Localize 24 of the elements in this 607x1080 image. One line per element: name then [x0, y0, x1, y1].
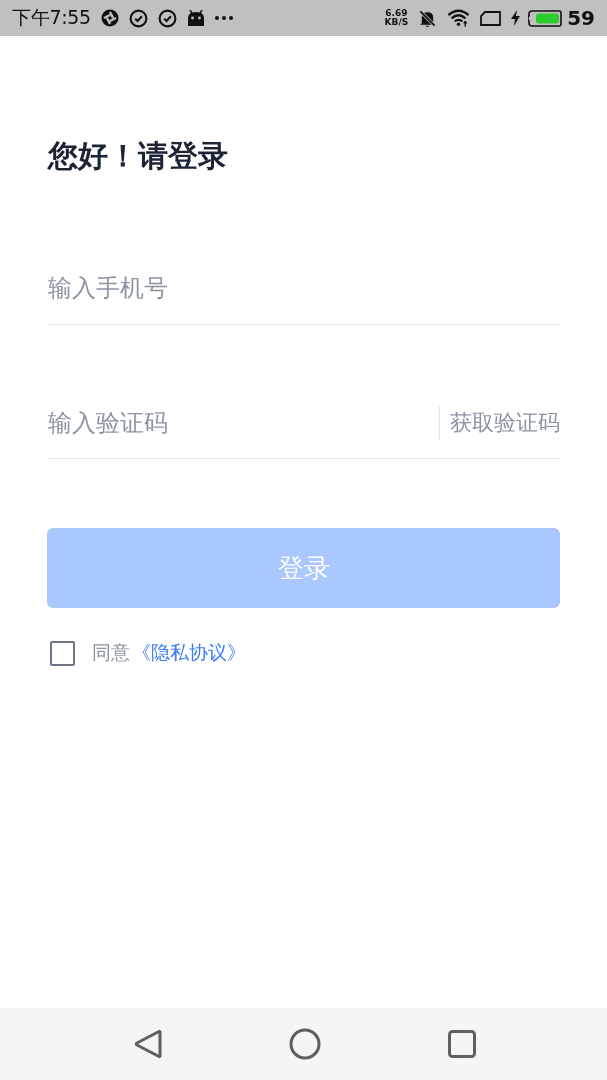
agreement-text: 同意《隐私协议》	[92, 640, 246, 665]
wifi-icon	[447, 9, 471, 27]
net-speed-value: 6.69	[385, 9, 408, 18]
check-circle-icon	[157, 8, 177, 28]
login-title: 您好！请登录	[48, 137, 228, 175]
recent-apps-icon[interactable]	[447, 1030, 476, 1058]
bell-off-icon	[418, 8, 438, 28]
check-circle-icon	[128, 8, 148, 28]
get-code-button[interactable]: 获取验证码	[450, 408, 560, 438]
back-icon[interactable]	[133, 1029, 162, 1059]
privacy-link[interactable]: 《隐私协议》	[132, 641, 246, 663]
sim-card-icon	[480, 10, 502, 26]
home-icon[interactable]	[288, 1028, 321, 1060]
aperture-icon	[100, 9, 119, 27]
battery-percent: 59	[567, 6, 595, 30]
battery-icon	[528, 9, 563, 27]
net-speed-unit: KB/S	[384, 18, 409, 27]
more-dots-icon	[214, 16, 233, 20]
agree-checkbox[interactable]	[50, 640, 75, 666]
charging-bolt-icon	[511, 10, 521, 26]
code-input-field[interactable]: 输入验证码	[47, 401, 439, 445]
android-icon	[186, 10, 205, 26]
status-time: 下午7:55	[12, 5, 91, 30]
phone-input-field[interactable]: 输入手机号	[47, 254, 560, 325]
